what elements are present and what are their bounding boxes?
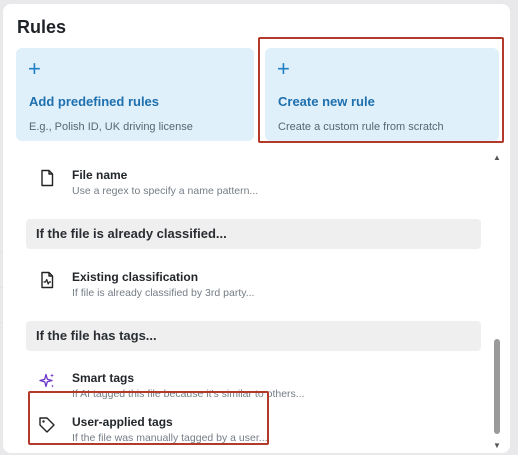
- item-description: Use a regex to specify a name pattern...: [72, 185, 259, 197]
- list-item-existing-classification[interactable]: Existing classification If file is alrea…: [16, 259, 486, 303]
- list-item-file-name[interactable]: File name Use a regex to specify a name …: [16, 157, 486, 201]
- section-title: If the file has tags...: [36, 328, 157, 343]
- panel-title: Rules: [17, 17, 67, 37]
- scroll-down-icon[interactable]: ▼: [493, 441, 501, 450]
- item-name: File name: [72, 168, 128, 182]
- create-rule-highlight: [258, 37, 504, 143]
- section-title: If the file is already classified...: [36, 226, 227, 241]
- section-header-classified: If the file is already classified...: [26, 219, 481, 249]
- sparkle-icon: [39, 373, 54, 388]
- list-scrollbar[interactable]: ▲ ▼: [493, 149, 503, 453]
- section-header-tags: If the file has tags...: [26, 321, 481, 351]
- item-description: If file is already classified by 3rd par…: [72, 287, 255, 299]
- plus-icon: +: [28, 56, 41, 81]
- scrollbar-thumb[interactable]: [494, 339, 500, 434]
- item-name: Existing classification: [72, 270, 199, 284]
- item-name: Smart tags: [72, 371, 135, 385]
- add-predefined-rules-card[interactable]: + Add predefined rules E.g., Polish ID, …: [16, 48, 254, 141]
- card-subtitle: E.g., Polish ID, UK driving license: [29, 121, 193, 133]
- file-icon: [41, 169, 54, 187]
- file-chart-icon: [41, 271, 54, 289]
- scroll-up-icon[interactable]: ▲: [493, 153, 501, 162]
- user-applied-tags-highlight: [28, 391, 269, 445]
- card-title: Add predefined rules: [29, 94, 160, 109]
